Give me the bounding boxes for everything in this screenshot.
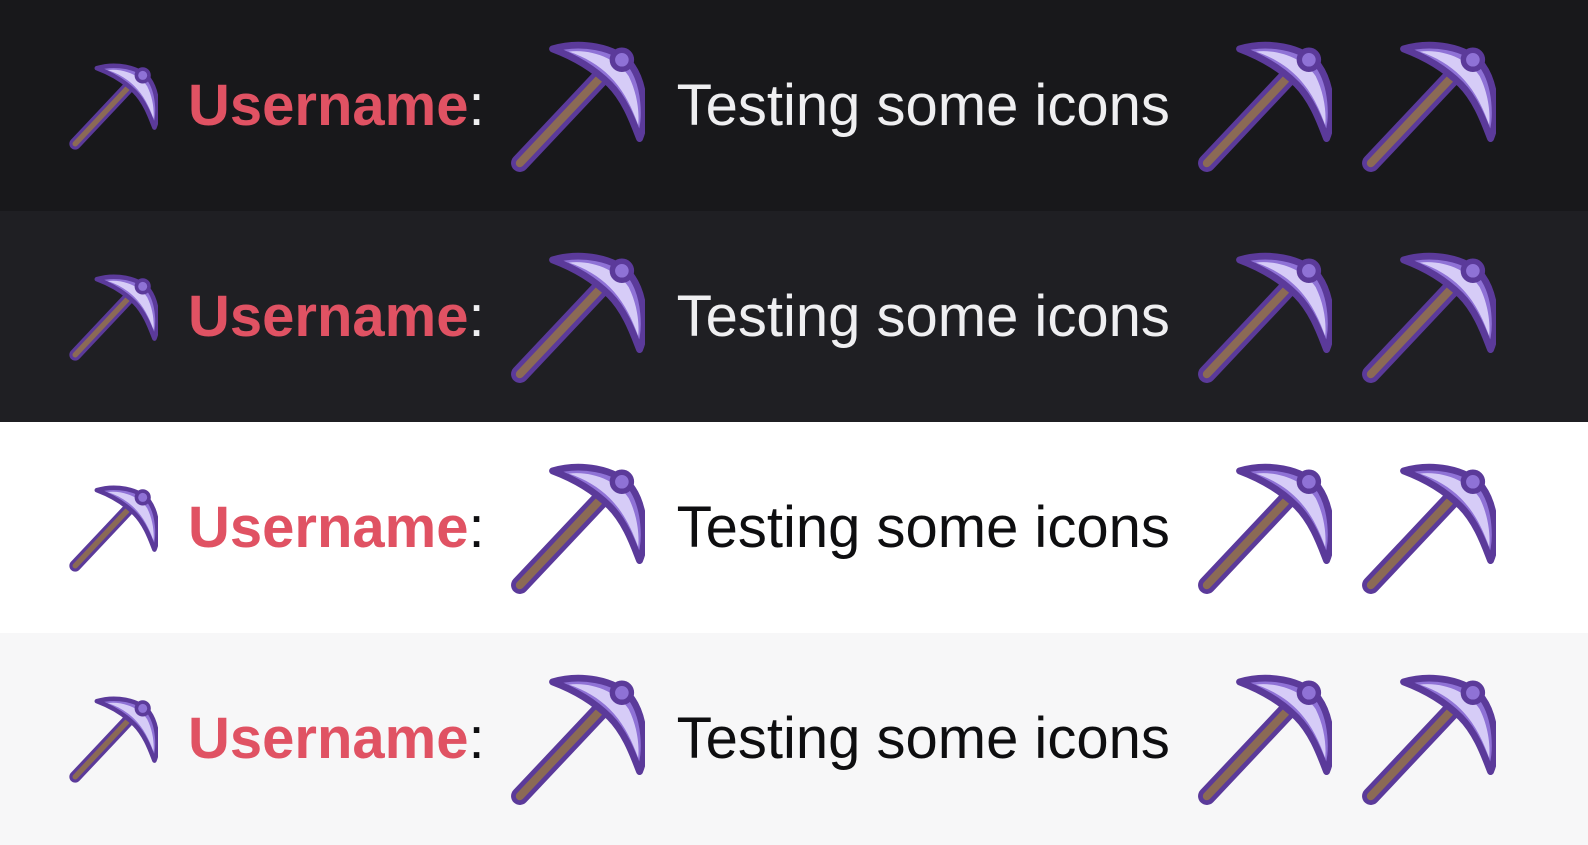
pickaxe-icon [509,38,645,174]
chat-line-dark: Username : Testing some icons [0,0,1588,211]
message-text: Testing some icons [676,72,1170,138]
pickaxe-icon [1196,671,1332,807]
pickaxe-icon [1360,38,1496,174]
username[interactable]: Username [188,498,468,557]
pickaxe-icon [1196,249,1332,385]
pickaxe-icon [509,249,645,385]
separator: : [468,494,485,560]
pickaxe-icon [1360,249,1496,385]
chat-line-light-alt: Username : Testing some icons [0,633,1588,845]
chat-line-light: Username : Testing some icons [0,422,1588,633]
pickaxe-icon [68,483,158,573]
pickaxe-icon [68,61,158,151]
pickaxe-icon [509,460,645,596]
chat-line-dark-alt: Username : Testing some icons [0,211,1588,422]
pickaxe-icon [1196,38,1332,174]
message-text: Testing some icons [676,706,1170,771]
message-text: Testing some icons [676,283,1170,349]
separator: : [468,706,485,771]
pickaxe-icon [1360,460,1496,596]
chat-preview: Username : Testing some icons Username :… [0,0,1588,845]
message-text: Testing some icons [676,494,1170,560]
separator: : [468,283,485,349]
username[interactable]: Username [188,76,468,135]
username[interactable]: Username [188,710,468,768]
pickaxe-icon [509,671,645,807]
pickaxe-icon [68,272,158,362]
separator: : [468,72,485,138]
pickaxe-icon [1360,671,1496,807]
username[interactable]: Username [188,287,468,346]
pickaxe-icon [68,694,158,784]
pickaxe-icon [1196,460,1332,596]
